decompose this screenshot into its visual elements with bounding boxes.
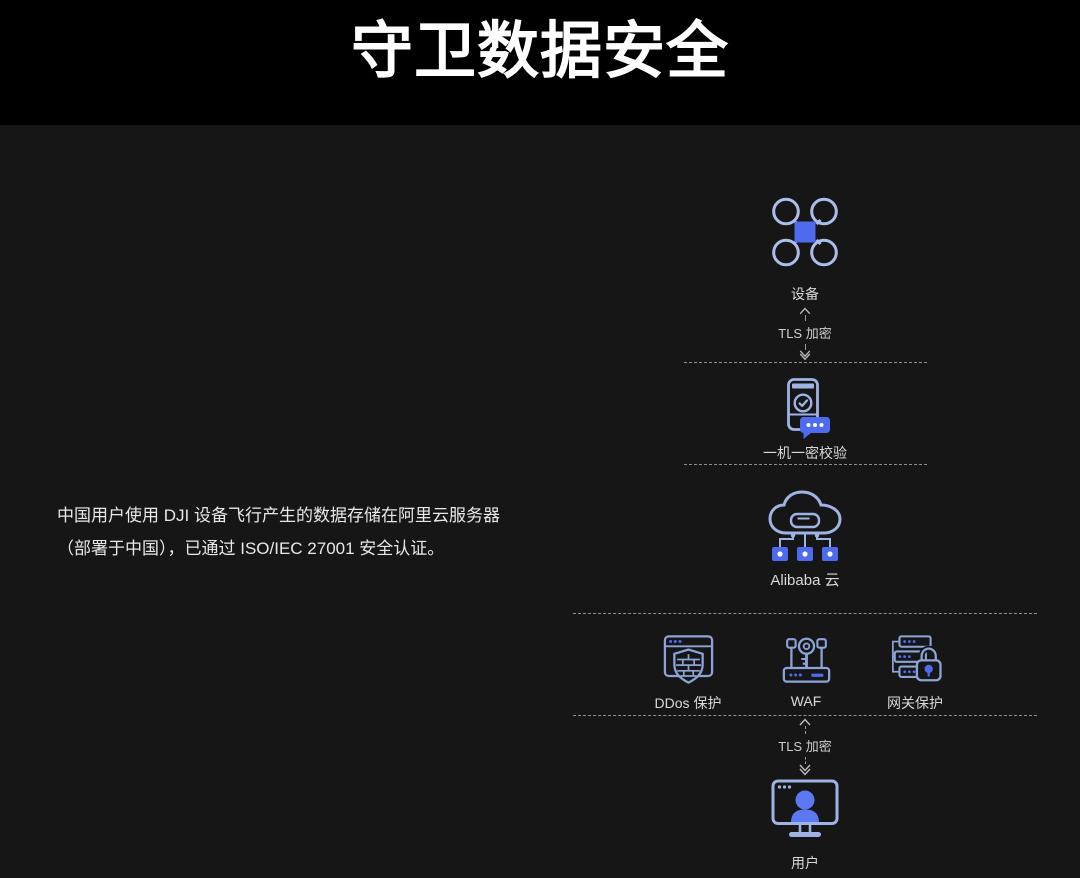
tls-arrow-top: TLS 加密 (760, 307, 850, 361)
cloud-label: Alibaba 云 (745, 569, 865, 590)
intro-line-2: （部署于中国），已通过 ISO/IEC 27001 安全认证。 (57, 532, 527, 565)
header: 守卫数据安全 (0, 0, 1080, 125)
arrow-up-icon (798, 718, 812, 726)
protection-waf-label: WAF (791, 693, 822, 709)
drone-icon (769, 196, 841, 268)
device-label: 设备 (755, 284, 855, 304)
protection-waf: WAF (751, 634, 861, 709)
cloud-servers-icon (760, 489, 850, 565)
separator-dashed-1 (684, 362, 927, 363)
user-label: 用户 (755, 853, 855, 873)
separator-dashed-2 (684, 464, 927, 465)
verification-label: 一机一密校验 (735, 443, 875, 463)
data-security-section: 中国用户使用 DJI 设备飞行产生的数据存储在阿里云服务器 （部署于中国），已通… (0, 125, 1080, 878)
phone-check-bubble-icon (777, 378, 833, 441)
protection-gateway: 网关保护 (860, 634, 970, 713)
protection-ddos-label: DDos 保护 (655, 693, 722, 713)
separator-dashed-4 (573, 715, 1037, 716)
page: 守卫数据安全 中国用户使用 DJI 设备飞行产生的数据存储在阿里云服务器 （部署… (0, 0, 1080, 878)
protection-ddos: DDos 保护 (633, 634, 743, 713)
tls-arrow-bottom: TLS 加密 (760, 718, 850, 776)
router-key-icon (778, 634, 835, 684)
tls-encryption-label-bottom: TLS 加密 (778, 736, 831, 755)
monitor-person-icon (770, 779, 840, 841)
arrow-up-icon (798, 307, 812, 315)
page-title: 守卫数据安全 (0, 0, 1080, 93)
tls-encryption-label-top: TLS 加密 (778, 323, 831, 342)
separator-dashed-3 (573, 613, 1037, 614)
intro-paragraph: 中国用户使用 DJI 设备飞行产生的数据存储在阿里云服务器 （部署于中国），已通… (57, 499, 527, 565)
server-lock-icon (887, 634, 944, 684)
browser-shield-brick-icon (660, 634, 717, 684)
intro-line-1: 中国用户使用 DJI 设备飞行产生的数据存储在阿里云服务器 (57, 499, 527, 532)
protection-gateway-label: 网关保护 (887, 693, 943, 713)
